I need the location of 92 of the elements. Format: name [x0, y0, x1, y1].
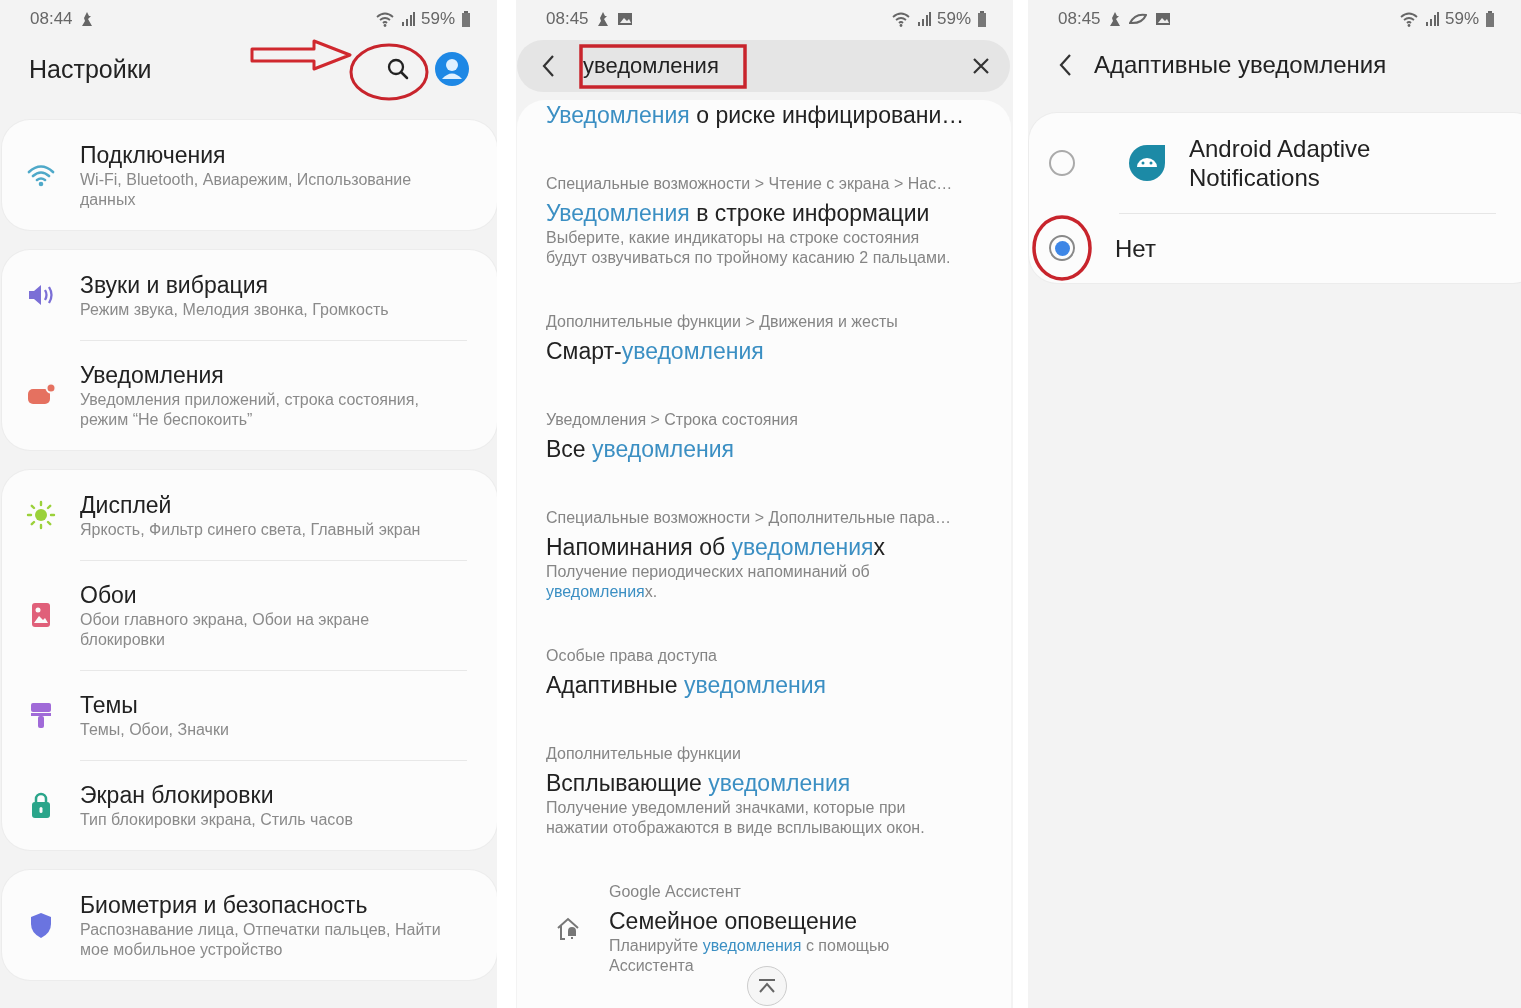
leaf-icon: [1128, 13, 1147, 25]
result-path: Специальные возможности > Чтение с экрана > Нас…: [546, 174, 954, 194]
radio-option[interactable]: Android Adaptive Notifications: [1029, 113, 1521, 213]
notification-icon: [80, 11, 93, 27]
search-field[interactable]: уведомления: [517, 40, 1010, 92]
battery-icon: [977, 11, 987, 27]
screen-title: Настройки: [29, 54, 152, 84]
result-description: Получение уведомлений значками, которые при нажатии отображаются в виде всплывающих окон.: [546, 798, 926, 838]
profile-avatar[interactable]: [435, 52, 469, 86]
result-description: Планируйте уведомления с помощью Ассистента: [609, 936, 891, 976]
sun-icon: [26, 500, 56, 530]
item-subtitle: Режим звука, Мелодия звонка, Громкость: [80, 300, 390, 320]
search-result[interactable]: Специальные возможности > Дополнительные пара… Напоминания об уведомлениях Получение периодических напоминаний об уведомлениях.: [517, 486, 1011, 624]
battery-icon: [1485, 11, 1495, 27]
search-result[interactable]: Специальные возможности > Чтение с экрана > Нас… Уведомления в строке информации Выберите, какие индикаторы на строке состояния будут озвучиваться по тройному касанию 2 пальцами.: [517, 152, 1011, 290]
item-title: Звуки и вибрация: [80, 271, 269, 300]
battery-level: 59%: [1444, 9, 1479, 29]
battery-icon: [461, 11, 471, 27]
image-icon: [616, 12, 633, 26]
result-path: Google Ассистент: [609, 882, 742, 902]
result-path: Уведомления > Строка состояния: [546, 410, 799, 430]
settings-item[interactable]: Темы Темы, Обои, Значки: [2, 670, 497, 760]
result-description: Выберите, какие индикаторы на строке состояния будут озвучиваться по тройному касанию 2 пальцами.: [546, 228, 952, 268]
result-title: Адаптивные уведомления: [546, 671, 828, 700]
item-title: Экран блокировки: [80, 781, 275, 810]
result-title: Все уведомления: [546, 435, 736, 464]
search-result[interactable]: Дополнительные функции Всплывающие уведомления Получение уведомлений значками, которые при нажатии отображаются в виде всплывающих окон.: [517, 722, 1011, 860]
notification-icon: [596, 11, 609, 27]
settings-item[interactable]: Биометрия и безопасность Распознавание лица, Отпечатки пальцев, Найти мое мобильное устройство: [2, 870, 497, 980]
item-subtitle: Уведомления приложений, строка состояния, режим “Не беспокоить”: [80, 390, 420, 430]
radio-option[interactable]: Нет: [1029, 213, 1521, 283]
status-time: 08:45: [1058, 9, 1101, 29]
search-result[interactable]: Уведомления о риске инфицировани…: [517, 100, 1011, 152]
item-subtitle: Обои главного экрана, Обои на экране блокировки: [80, 610, 371, 650]
result-title: Семейное оповещение: [609, 907, 859, 936]
wifi-icon: [374, 11, 395, 27]
wifi-icon: [890, 11, 911, 27]
item-title: Уведомления: [80, 361, 225, 390]
status-time: 08:44: [30, 9, 73, 29]
battery-level: 59%: [936, 9, 971, 29]
back-button[interactable]: [541, 54, 555, 78]
back-button[interactable]: [1058, 53, 1072, 77]
search-result[interactable]: Дополнительные функции > Движения и жесты Смарт-уведомления: [517, 290, 1011, 388]
result-path: Специальные возможности > Дополнительные пара…: [546, 508, 952, 528]
result-title: Уведомления в строке информации: [546, 199, 931, 228]
android-app-icon: [1127, 143, 1167, 183]
battery-level: 59%: [420, 9, 455, 29]
radio-button[interactable]: [1049, 150, 1075, 176]
status-time: 08:45: [546, 9, 589, 29]
close-button[interactable]: [972, 57, 990, 75]
result-path: Дополнительные функции: [546, 744, 742, 764]
highlight-ellipse: [1031, 214, 1093, 282]
result-description: Получение периодических напоминаний об уведомлениях.: [546, 562, 871, 602]
result-path: Особые права доступа: [546, 646, 718, 666]
signal-icon: [1424, 11, 1439, 27]
search-result[interactable]: Особые права доступа Адаптивные уведомления: [517, 624, 1011, 722]
radio-button[interactable]: [1049, 235, 1075, 261]
settings-item[interactable]: Экран блокировки Тип блокировки экрана, Стиль часов: [2, 760, 497, 850]
signal-icon: [400, 11, 415, 27]
wifi-icon: [1398, 11, 1419, 27]
item-title: Биометрия и безопасность: [80, 891, 369, 920]
item-subtitle: Темы, Обои, Значки: [80, 720, 230, 740]
settings-item[interactable]: Обои Обои главного экрана, Обои на экране блокировки: [2, 560, 497, 670]
item-title: Подключения: [80, 141, 227, 170]
search-result[interactable]: Уведомления > Строка состояния Все уведомления: [517, 388, 1011, 486]
image-icon: [1154, 12, 1171, 26]
option-label: Нет: [1115, 233, 1156, 263]
item-title: Темы: [80, 691, 139, 720]
settings-item[interactable]: Подключения Wi-Fi, Bluetooth, Авиарежим, Использование данных: [2, 120, 497, 230]
result-title: Всплывающие уведомления: [546, 769, 852, 798]
result-title: Уведомления о риске инфицировани…: [546, 101, 959, 130]
settings-item[interactable]: Уведомления Уведомления приложений, строка состояния, режим “Не беспокоить”: [2, 340, 497, 450]
settings-item[interactable]: Звуки и вибрация Режим звука, Мелодия звонка, Громкость: [2, 250, 497, 340]
item-subtitle: Яркость, Фильтр синего света, Главный экран: [80, 520, 422, 540]
house-bell-icon: [556, 917, 580, 941]
screen-title: Адаптивные уведомления: [1094, 51, 1387, 79]
result-title: Напоминания об уведомлениях: [546, 533, 887, 562]
result-path: Дополнительные функции > Движения и жесты: [546, 312, 899, 332]
item-title: Обои: [80, 581, 138, 610]
item-subtitle: Wi-Fi, Bluetooth, Авиарежим, Использование данных: [80, 170, 413, 210]
speaker-icon: [26, 282, 56, 308]
item-subtitle: Распознавание лица, Отпечатки пальцев, Найти мое мобильное устройство: [80, 920, 442, 960]
signal-icon: [916, 11, 931, 27]
item-subtitle: Тип блокировки экрана, Стиль часов: [80, 810, 354, 830]
result-title: Смарт-уведомления: [546, 337, 765, 366]
settings-item[interactable]: Дисплей Яркость, Фильтр синего света, Главный экран: [2, 470, 497, 560]
caret-icon: [757, 979, 777, 993]
notification-icon: [1108, 11, 1121, 27]
wifi-icon: [26, 162, 56, 188]
option-label: Android Adaptive Notifications: [1189, 134, 1372, 192]
search-result[interactable]: Google Ассистент Семейное оповещение Планируйте уведомления с помощью Ассистента: [517, 860, 1011, 998]
item-title: Дисплей: [80, 491, 173, 520]
